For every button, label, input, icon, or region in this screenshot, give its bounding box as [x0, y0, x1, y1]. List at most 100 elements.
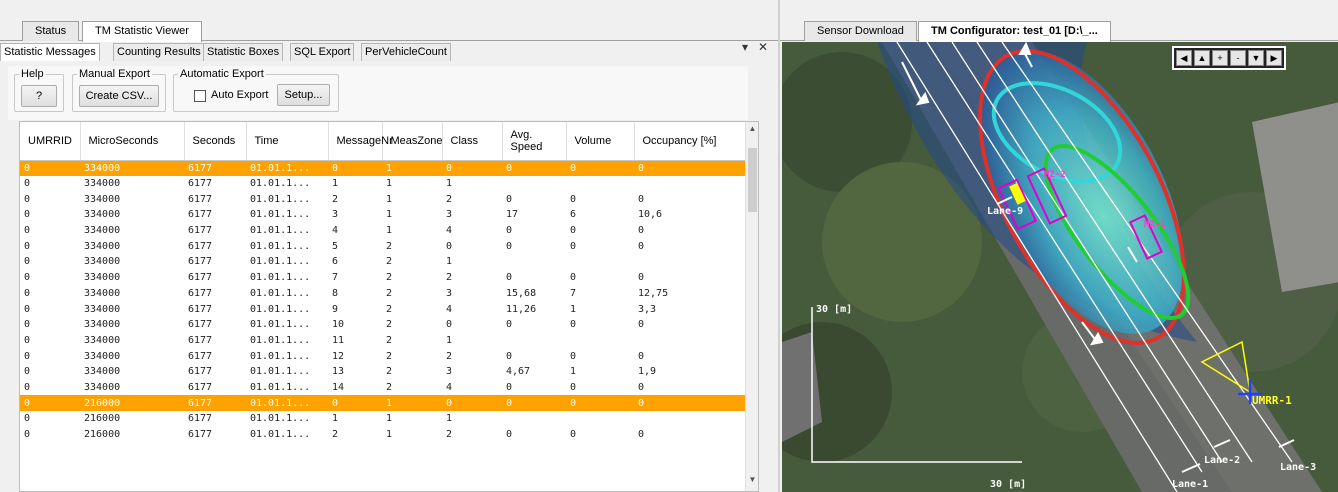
- column-header[interactable]: MicroSeconds: [80, 122, 185, 161]
- auto-export-label: Auto Export: [211, 89, 269, 101]
- help-button[interactable]: ?: [21, 85, 57, 107]
- table-cell: 6177: [184, 395, 246, 411]
- pan-left-icon[interactable]: ◀: [1176, 50, 1192, 66]
- table-cell: 6177: [184, 160, 246, 176]
- tab-per-vehicle-count[interactable]: PerVehicleCount: [361, 43, 451, 61]
- tab-counting-results[interactable]: Counting Results: [113, 43, 205, 61]
- table-cell: 334000: [84, 287, 121, 299]
- scroll-up-icon[interactable]: ▲: [746, 124, 758, 138]
- table-cell: [502, 333, 566, 349]
- table-cell: 10,6: [638, 209, 663, 221]
- table-row[interactable]: 0 334000 6177 01.01.1... 12 2 2 0 0 0: [20, 348, 747, 364]
- table-cell: 3,3: [638, 303, 657, 315]
- table-cell: 01.01.1...: [250, 272, 311, 284]
- tab-sensor-download[interactable]: Sensor Download: [804, 21, 917, 41]
- tab-tm-configurator[interactable]: TM Configurator: test_01 [D:\_...: [918, 21, 1111, 42]
- table-cell: [634, 411, 747, 427]
- table-cell: 0: [506, 381, 513, 393]
- column-header[interactable]: Volume: [566, 122, 635, 161]
- zoom-in-icon[interactable]: +: [1212, 50, 1228, 66]
- table-cell: 0: [570, 381, 577, 393]
- table-row[interactable]: 0 334000 6177 01.01.1... 13 2 3 4,67 1 1,9: [20, 364, 747, 380]
- pan-up-icon[interactable]: ▲: [1194, 50, 1210, 66]
- scroll-down-icon[interactable]: ▼: [746, 475, 758, 489]
- table-cell: 9: [332, 303, 339, 315]
- table-cell: 334000: [84, 334, 121, 346]
- column-header[interactable]: MessageNr: [328, 122, 393, 161]
- table-cell: 2: [386, 272, 393, 284]
- table-cell: 6: [570, 209, 577, 221]
- table-cell: 4,67: [506, 366, 531, 378]
- table-cell: [502, 254, 566, 270]
- table-row[interactable]: 0 334000 6177 01.01.1... 14 2 4 0 0 0: [20, 380, 747, 396]
- auto-export-checkbox[interactable]: [194, 90, 206, 102]
- column-header[interactable]: Class: [442, 122, 503, 161]
- table-cell: 6177: [188, 319, 213, 331]
- table-cell: 1: [386, 413, 393, 425]
- table-cell: 0: [20, 395, 80, 411]
- table-cell: 2: [386, 381, 393, 393]
- table-row[interactable]: 0 334000 6177 01.01.1... 6 2 1: [20, 254, 747, 270]
- table-row[interactable]: 0 334000 6177 01.01.1... 11 2 1: [20, 333, 747, 349]
- table-cell: 2: [386, 303, 393, 315]
- scroll-thumb[interactable]: [748, 148, 757, 212]
- table-cell: 0: [24, 256, 31, 268]
- table-row[interactable]: 0 334000 6177 01.01.1... 4 1 4 0 0 0: [20, 223, 747, 239]
- column-header[interactable]: Time: [246, 122, 329, 161]
- table-row[interactable]: 0 334000 6177 01.01.1... 5 2 0 0 0 0: [20, 238, 747, 254]
- aerial-map-view[interactable]: ◀ ▲ + - ▼ ▶ 30 [m] 30 [m] Lane-9 Lane-1 Lane-…: [782, 42, 1338, 492]
- table-row[interactable]: 0 334000 6177 01.01.1... 7 2 2 0 0 0: [20, 270, 747, 286]
- table-cell: 3: [332, 209, 339, 221]
- statistic-messages-grid[interactable]: UMRRID MicroSeconds Seconds Time MessageNr Me…: [19, 121, 759, 492]
- table-cell: 334000: [84, 209, 121, 221]
- zoom-out-icon[interactable]: -: [1230, 50, 1246, 66]
- table-cell: 6177: [188, 350, 213, 362]
- table-cell: 0: [638, 319, 645, 331]
- table-cell: 01.01.1...: [250, 381, 311, 393]
- table-row[interactable]: 0 216000 6177 01.01.1... 1 1 1: [20, 411, 747, 427]
- column-header[interactable]: Avg. Speed: [502, 122, 567, 161]
- table-cell: 01.01.1...: [250, 287, 311, 299]
- table-row[interactable]: 0 334000 6177 01.01.1... 0 1 0 0 0 0: [20, 160, 747, 176]
- setup-button[interactable]: Setup...: [277, 84, 330, 106]
- column-header[interactable]: UMRRID: [20, 122, 81, 161]
- table-cell: 1: [386, 178, 393, 190]
- table-cell: 334000: [84, 319, 121, 331]
- table-row[interactable]: 0 216000 6177 01.01.1... 2 1 2 0 0 0: [20, 427, 747, 443]
- table-row[interactable]: 0 334000 6177 01.01.1... 3 1 3 17 6 10,6: [20, 207, 747, 223]
- table-row[interactable]: 0 334000 6177 01.01.1... 9 2 4 11,26 1 3,3: [20, 301, 747, 317]
- column-header[interactable]: Seconds: [184, 122, 247, 161]
- tab-status[interactable]: Status: [22, 21, 80, 41]
- pan-right-icon[interactable]: ▶: [1266, 50, 1282, 66]
- table-cell: 1: [382, 395, 442, 411]
- pan-down-icon[interactable]: ▼: [1248, 50, 1264, 66]
- table-row[interactable]: 0 334000 6177 01.01.1... 2 1 2 0 0 0: [20, 191, 747, 207]
- tab-sql-export[interactable]: SQL Export: [290, 43, 355, 61]
- table-cell: 0: [570, 319, 577, 331]
- column-header[interactable]: Occupancy [%]: [634, 122, 748, 161]
- table-row[interactable]: 0 216000 6177 01.01.1... 0 1 0 0 0 0: [20, 395, 747, 411]
- table-cell: [634, 333, 747, 349]
- table-cell: 0: [638, 429, 645, 441]
- table-row[interactable]: 0 334000 6177 01.01.1... 10 2 0 0 0 0: [20, 317, 747, 333]
- tab-tm-statistic-viewer[interactable]: TM Statistic Viewer: [82, 21, 202, 42]
- table-row[interactable]: 0 334000 6177 01.01.1... 1 1 1: [20, 176, 747, 192]
- table-cell: 4: [446, 303, 453, 315]
- vertical-scrollbar[interactable]: ▲ ▼: [745, 122, 758, 491]
- table-cell: 3: [446, 209, 453, 221]
- table-row[interactable]: 0 334000 6177 01.01.1... 8 2 3 15,68 7 12,75: [20, 286, 747, 302]
- column-header[interactable]: MeasZone: [382, 122, 443, 161]
- table-cell: 2: [386, 350, 393, 362]
- table-cell: 0: [24, 225, 31, 237]
- tab-statistic-boxes[interactable]: Statistic Boxes: [203, 43, 284, 61]
- table-cell: 0: [328, 395, 382, 411]
- table-cell: 01.01.1...: [246, 395, 328, 411]
- table-cell: 0: [24, 350, 31, 362]
- map-navigation-control: ◀ ▲ + - ▼ ▶: [1172, 46, 1286, 70]
- tab-statistic-messages[interactable]: Statistic Messages: [0, 43, 100, 61]
- table-cell: 0: [24, 319, 31, 331]
- manual-export-group: Manual Export Create CSV...: [72, 68, 166, 112]
- create-csv-button[interactable]: Create CSV...: [79, 85, 159, 107]
- configurator-pane: Sensor Download TM Configurator: test_01…: [778, 0, 1338, 492]
- table-cell: 1: [386, 225, 393, 237]
